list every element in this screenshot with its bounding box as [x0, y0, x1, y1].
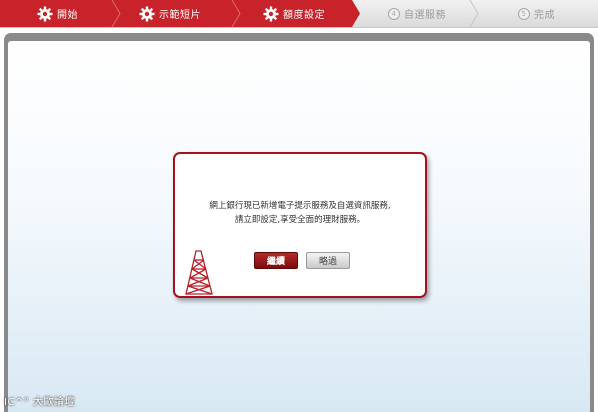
gear-icon — [139, 6, 155, 21]
skip-button[interactable]: 略過 — [306, 252, 350, 269]
forum-watermark: IC^° 大歐論壇 — [4, 397, 75, 408]
step-label: 示範短片 — [159, 10, 201, 21]
step-number-badge: 5 — [518, 7, 530, 20]
step-number-badge: 4 — [388, 7, 400, 20]
step-start: 開始 — [37, 0, 78, 27]
gear-icon — [263, 6, 279, 21]
step-limit-settings: 額度設定 — [263, 0, 325, 27]
dialog-message-line-1: 網上銀行現已新增電子提示服務及自選資訊服務, — [209, 201, 391, 211]
step-label: 自選服務 — [404, 10, 446, 21]
step-label: 完成 — [534, 10, 555, 21]
tower-logo-icon — [185, 250, 213, 295]
dialog-message: 網上銀行現已新增電子提示服務及自選資訊服務, 請立即設定,享受全面的理財服務。 — [175, 199, 425, 227]
step-optional-services: 4 自選服務 — [388, 0, 446, 27]
step-label: 額度設定 — [283, 10, 325, 21]
step-complete: 5 完成 — [518, 0, 555, 27]
wizard-step-bar: 開始 示範短片 額度設定 4 自選服務 5 完成 — [0, 0, 598, 28]
dialog-message-line-2: 請立即設定,享受全面的理財服務。 — [234, 215, 366, 225]
step-demo-video: 示範短片 — [139, 0, 201, 27]
step-label: 開始 — [57, 10, 78, 21]
promo-dialog: 網上銀行現已新增電子提示服務及自選資訊服務, 請立即設定,享受全面的理財服務。 … — [173, 152, 427, 298]
continue-button[interactable]: 繼續 — [254, 252, 298, 269]
gear-icon — [37, 6, 53, 21]
